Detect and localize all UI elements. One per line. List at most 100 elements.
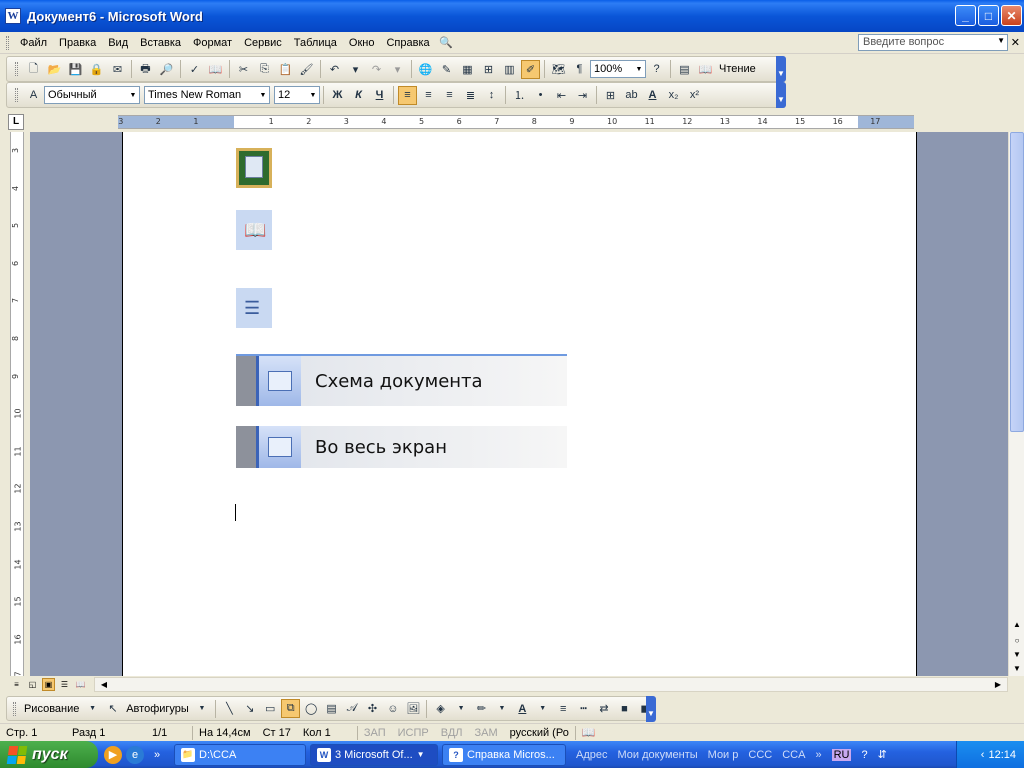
vertical-scrollbar[interactable]: ▲ ▲ ○ ▼ ▼: [1008, 132, 1024, 676]
language-indicator[interactable]: RU: [831, 748, 852, 761]
chevron-down-icon[interactable]: ▼: [258, 88, 268, 102]
toolbar-grip[interactable]: [13, 701, 16, 716]
browse-object-icon[interactable]: ○: [1010, 634, 1024, 648]
align-left-icon[interactable]: ≡: [398, 85, 417, 105]
wordart-icon[interactable]: 𝒜: [343, 699, 361, 718]
document-page[interactable]: 📖 ☰ Схема документа Во весь экран: [122, 132, 917, 676]
status-extend[interactable]: ВДЛ: [435, 727, 469, 739]
taskbar-item-explorer[interactable]: 📁 D:\CCA: [174, 743, 306, 766]
align-center-icon[interactable]: ≡: [419, 86, 438, 105]
chevron-down-icon[interactable]: ▼: [534, 699, 552, 718]
open-folder-icon[interactable]: 📂: [45, 60, 64, 79]
chevron-down-icon[interactable]: ▼: [308, 88, 318, 102]
arrow-icon[interactable]: ↘: [241, 699, 259, 718]
word-app-icon[interactable]: W: [5, 8, 21, 24]
research-icon[interactable]: 📖: [206, 60, 225, 79]
font-size-select[interactable]: 12 ▼: [274, 86, 320, 104]
network-tray-icon[interactable]: ⇵: [878, 748, 887, 761]
horizontal-scrollbar[interactable]: ◀ ▶: [94, 677, 1008, 692]
print-preview-icon[interactable]: 🔎: [157, 60, 176, 79]
chevron-down-icon[interactable]: ▼: [193, 699, 211, 718]
status-record-macro[interactable]: ЗАП: [358, 727, 392, 739]
font-color-icon[interactable]: A: [643, 86, 662, 105]
document-close-icon[interactable]: ✕: [1011, 36, 1020, 49]
document-map-icon[interactable]: 🗺: [549, 60, 568, 79]
scroll-left-icon[interactable]: ◀: [97, 678, 111, 691]
save-icon[interactable]: 💾: [66, 60, 85, 79]
help-search-input[interactable]: Введите вопрос ▼: [858, 34, 1008, 51]
chevron-down-icon[interactable]: ▼: [128, 88, 138, 102]
zoom-select[interactable]: 100% ▼: [590, 60, 646, 78]
superscript-icon[interactable]: x²: [685, 86, 704, 105]
rectangle-icon[interactable]: ▭: [261, 699, 279, 718]
scroll-thumb[interactable]: [1010, 132, 1024, 432]
fill-color-icon[interactable]: ◈: [431, 699, 449, 718]
taskbar-link-ccc[interactable]: CCC: [748, 749, 772, 761]
start-button[interactable]: пуск: [0, 741, 98, 768]
line-style-icon[interactable]: ≡: [554, 699, 572, 718]
next-page-icon[interactable]: ▼: [1010, 648, 1024, 662]
line-spacing-icon[interactable]: ↕: [482, 86, 501, 105]
menu-file[interactable]: Файл: [14, 37, 53, 49]
reading-icon[interactable]: 📖: [696, 60, 715, 79]
reading-label[interactable]: Чтение: [716, 63, 759, 75]
canvas-icon[interactable]: ⧉: [281, 699, 300, 718]
email-icon[interactable]: ✉: [108, 60, 127, 79]
menu-view[interactable]: Вид: [102, 37, 134, 49]
textbox-icon[interactable]: ▤: [322, 699, 340, 718]
highlight-icon[interactable]: ab: [622, 86, 641, 105]
media-player-icon[interactable]: ▶: [104, 745, 122, 764]
insert-table-icon[interactable]: ▦: [458, 60, 477, 79]
numbering-icon[interactable]: ⒈: [510, 86, 529, 105]
clock[interactable]: 12:14: [988, 749, 1016, 761]
print-layout-icon[interactable]: ▣: [42, 678, 55, 691]
spelling-status-icon[interactable]: 📖: [576, 726, 602, 739]
justify-icon[interactable]: ≣: [461, 86, 480, 105]
insert-excel-icon[interactable]: ⊞: [479, 60, 498, 79]
permission-icon[interactable]: 🔒: [87, 60, 106, 79]
columns-icon[interactable]: ▥: [500, 60, 519, 79]
format-painter-icon[interactable]: 🖌: [297, 60, 316, 79]
taskbar-item-help[interactable]: ? Справка Micros...: [442, 743, 566, 766]
drawing-icon[interactable]: ✐: [521, 59, 540, 79]
redo-dropdown-icon[interactable]: ▾: [388, 60, 407, 79]
style-select[interactable]: Обычный ▼: [44, 86, 140, 104]
bold-icon[interactable]: Ж: [328, 86, 347, 105]
menu-grip[interactable]: [6, 35, 9, 50]
spelling-icon[interactable]: ✓: [185, 60, 204, 79]
scroll-down-icon[interactable]: ▼: [1010, 662, 1024, 676]
italic-icon[interactable]: К: [349, 86, 368, 105]
diagram-icon[interactable]: ✣: [363, 699, 381, 718]
quick-launch-more-icon[interactable]: »: [815, 749, 821, 761]
taskbar-link-cca[interactable]: CCA: [782, 749, 805, 761]
menu-format[interactable]: Формат: [187, 37, 238, 49]
web-view-icon[interactable]: ◱: [26, 678, 39, 691]
chevron-down-icon[interactable]: ▼: [83, 699, 101, 718]
outline-view-icon[interactable]: ☰: [58, 678, 71, 691]
menu-tools[interactable]: Сервис: [238, 37, 288, 49]
hyperlink-icon[interactable]: 🌐: [416, 60, 435, 79]
menu-table[interactable]: Таблица: [288, 37, 343, 49]
styles-icon[interactable]: A: [24, 86, 43, 105]
redo-icon[interactable]: ↷: [367, 60, 386, 79]
vertical-ruler[interactable]: 34567891011121314151617: [10, 132, 24, 692]
toolbar-options-icon[interactable]: ▼: [776, 82, 786, 108]
status-overtype[interactable]: ЗАМ: [469, 727, 504, 739]
magnifier-icon[interactable]: 🔍: [437, 33, 456, 52]
undo-icon[interactable]: ↶: [325, 60, 344, 79]
taskbar-item-word[interactable]: W 3 Microsoft Of... ▼: [310, 743, 438, 766]
arrow-style-icon[interactable]: ⇄: [595, 699, 613, 718]
taskbar-link-my-documents[interactable]: Мои документы: [618, 749, 698, 761]
maximize-button[interactable]: □: [978, 5, 999, 26]
chevron-down-icon[interactable]: ▼: [493, 699, 511, 718]
toolbar-grip[interactable]: [15, 62, 18, 76]
shadow-icon[interactable]: ■: [615, 699, 633, 718]
picture-icon[interactable]: 🖼: [404, 699, 422, 718]
toolbar-options-icon[interactable]: ▼: [776, 56, 786, 82]
bullets-icon[interactable]: •: [531, 86, 550, 105]
font-select[interactable]: Times New Roman ▼: [144, 86, 270, 104]
select-objects-icon[interactable]: ↖: [104, 699, 122, 718]
menu-window[interactable]: Окно: [343, 37, 381, 49]
minimize-button[interactable]: _: [955, 5, 976, 26]
status-language[interactable]: русский (Ро: [504, 727, 575, 739]
